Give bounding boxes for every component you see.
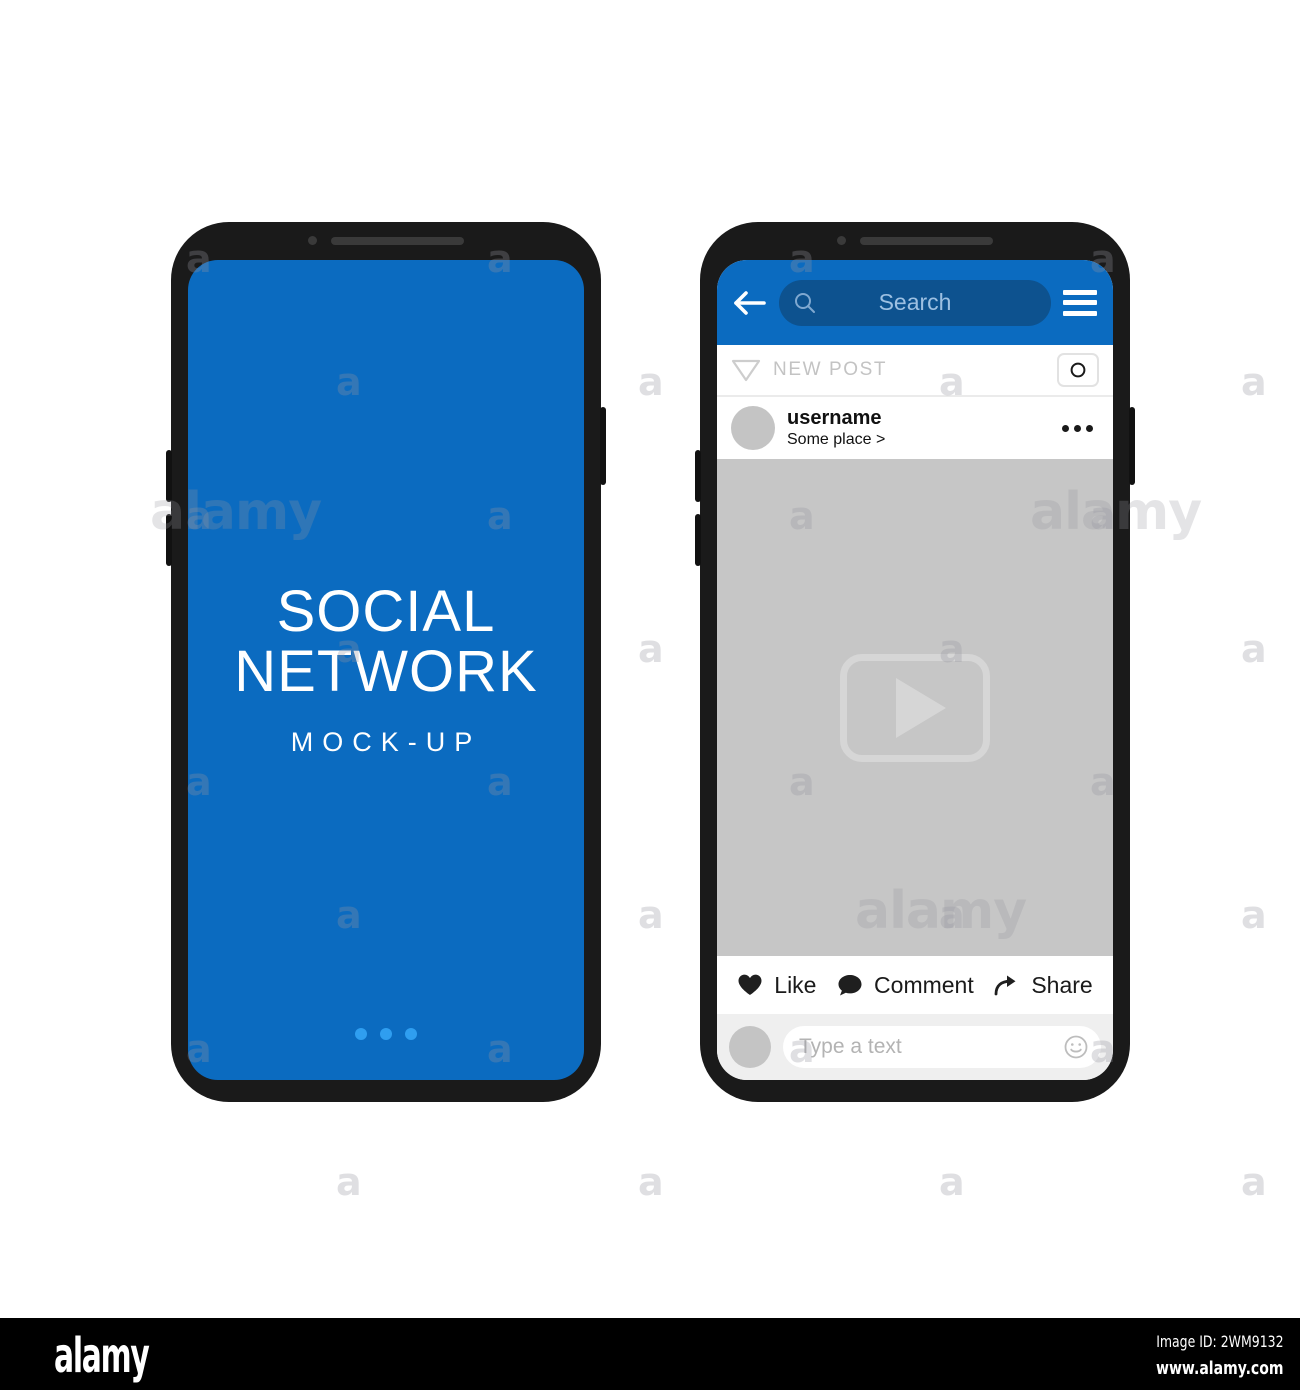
watermark-letter: a	[1241, 627, 1267, 671]
comment-bubble-icon	[838, 975, 862, 996]
share-arrow-icon	[994, 975, 1016, 996]
username-label[interactable]: username	[787, 407, 1050, 430]
camera-shutter-icon[interactable]	[1057, 353, 1099, 387]
splash-title-line2: NETWORK	[234, 638, 538, 704]
camera-dot-icon	[837, 236, 846, 245]
watermark-letter: a	[1241, 360, 1267, 404]
post-actions: Like Comment Share	[717, 956, 1113, 1014]
search-icon	[795, 292, 815, 313]
app-top-bar: Search	[717, 260, 1113, 345]
phone-top-bezel	[700, 222, 1130, 260]
post-media[interactable]	[717, 459, 1113, 956]
volume-down-button[interactable]	[695, 514, 701, 566]
like-button[interactable]: Like	[737, 972, 816, 999]
splash-subtitle: MOCK-UP	[290, 726, 482, 757]
splash-screen: SOCIAL NETWORK MOCK-UP	[188, 260, 584, 1080]
back-arrow-icon[interactable]	[733, 290, 767, 316]
comment-label: Comment	[874, 971, 974, 998]
new-post-bar[interactable]: NEW POST	[717, 345, 1113, 397]
page-indicator[interactable]	[355, 1028, 417, 1040]
page-dot-1[interactable]	[355, 1028, 367, 1040]
comment-input[interactable]: Type a text	[783, 1026, 1101, 1068]
volume-up-button[interactable]	[695, 450, 701, 502]
social-feed-screen: Search NEW POST username Some place > Li…	[717, 260, 1113, 1080]
watermark-letter: a	[1241, 893, 1267, 937]
phone-top-bezel	[171, 222, 601, 260]
phone-app: Search NEW POST username Some place > Li…	[695, 222, 1135, 1102]
play-button-icon[interactable]	[840, 653, 990, 762]
alamy-url-label[interactable]: www.alamy.com	[1156, 1355, 1284, 1382]
comment-placeholder: Type a text	[799, 1035, 902, 1058]
hamburger-menu-icon[interactable]	[1063, 289, 1097, 316]
page-dot-2[interactable]	[380, 1028, 392, 1040]
alamy-footer-bar: alamy Image ID: 2WM9132 www.alamy.com	[0, 1318, 1300, 1390]
splash-title: SOCIAL NETWORK	[234, 582, 537, 700]
avatar[interactable]	[731, 406, 775, 450]
search-input[interactable]: Search	[779, 279, 1051, 326]
screenshot-canvas: SOCIAL NETWORK MOCK-UP Search NEW POST u…	[0, 0, 1300, 1390]
more-options-icon[interactable]	[1062, 424, 1099, 432]
watermark-letter: a	[638, 1160, 664, 1204]
splash-title-line1: SOCIAL	[276, 579, 496, 645]
earpiece-speaker-icon	[331, 237, 464, 245]
play-triangle	[896, 677, 946, 738]
share-button[interactable]: Share	[994, 971, 1093, 999]
share-label: Share	[1031, 971, 1093, 998]
page-dot-3[interactable]	[405, 1028, 417, 1040]
watermark-letter: a	[638, 627, 664, 671]
earpiece-speaker-icon	[860, 237, 993, 245]
alamy-logo: alamy	[54, 1328, 150, 1384]
location-label[interactable]: Some place >	[787, 430, 1050, 449]
watermark-letter: a	[336, 1160, 362, 1204]
search-placeholder: Search	[878, 289, 952, 315]
post-author-meta: username Some place >	[787, 407, 1050, 449]
watermark-letter: a	[638, 893, 664, 937]
volume-up-button[interactable]	[166, 450, 172, 502]
power-button[interactable]	[1129, 407, 1135, 485]
camera-dot-icon	[308, 236, 317, 245]
watermark-letter: a	[1241, 1160, 1267, 1204]
smiley-face-icon[interactable]	[1063, 1034, 1089, 1060]
phone-splash: SOCIAL NETWORK MOCK-UP	[166, 222, 606, 1102]
footer-meta: Image ID: 2WM9132 www.alamy.com	[1120, 1330, 1284, 1382]
heart-icon	[738, 974, 762, 995]
image-id-label: Image ID: 2WM9132	[1156, 1332, 1284, 1351]
watermark-letter: a	[939, 1160, 965, 1204]
power-button[interactable]	[600, 407, 606, 485]
post-header: username Some place >	[717, 397, 1113, 459]
send-paper-plane-icon[interactable]	[731, 357, 761, 383]
volume-down-button[interactable]	[166, 514, 172, 566]
comment-input-bar: Type a text	[717, 1014, 1113, 1080]
comment-button[interactable]: Comment	[837, 972, 974, 999]
watermark-letter: a	[638, 360, 664, 404]
avatar[interactable]	[729, 1026, 771, 1068]
shutter-glyph	[1070, 362, 1086, 378]
like-label: Like	[774, 971, 817, 998]
new-post-label: NEW POST	[773, 359, 888, 380]
